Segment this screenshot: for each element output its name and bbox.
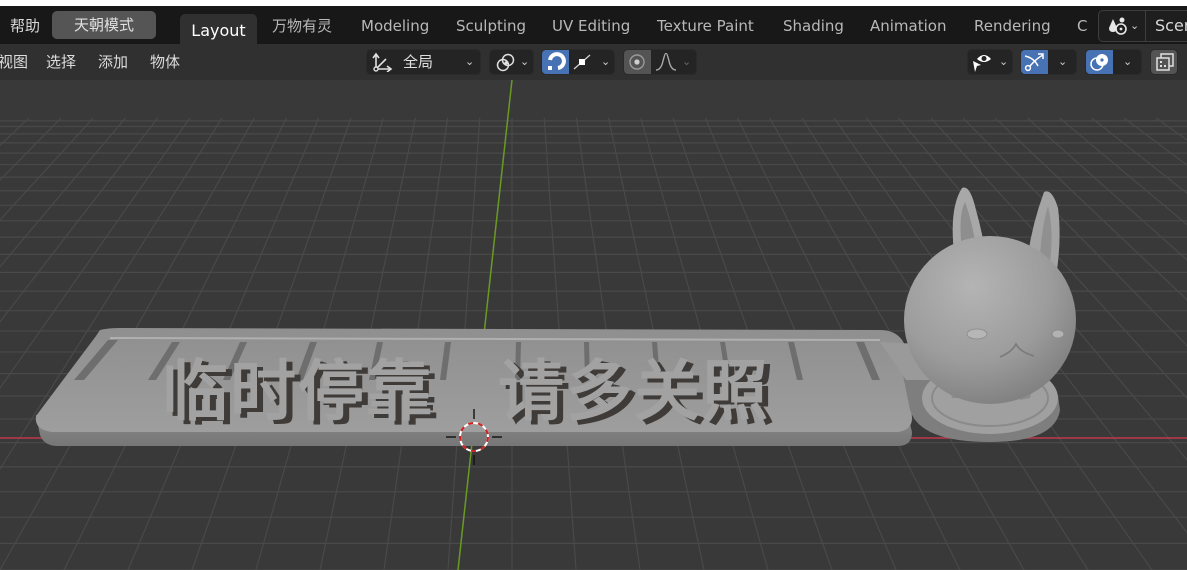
- bunny-body: [904, 236, 1076, 404]
- plate-text-right: 请多关照: [498, 353, 770, 430]
- bunny-eye-right: [1051, 329, 1065, 339]
- tab-compositing[interactable]: C: [1077, 6, 1087, 44]
- plate-text-left: 临时停靠: [162, 353, 434, 430]
- proportional-editing-group: ⌄: [623, 49, 697, 75]
- menu-add[interactable]: 添加: [98, 44, 128, 80]
- grid-line: [1091, 117, 1187, 194]
- 3d-viewport[interactable]: 临时停靠 临时停靠 请多关照 请多关照: [0, 80, 1187, 570]
- snap-element-icon[interactable]: [572, 53, 592, 71]
- menu-help[interactable]: 帮助: [10, 6, 40, 44]
- tab-layout[interactable]: Layout: [180, 14, 257, 44]
- tab-sculpting[interactable]: Sculpting: [456, 6, 526, 44]
- gizmo-group: ⌄: [1020, 49, 1077, 75]
- gizmo-toggle[interactable]: [1021, 50, 1048, 74]
- xray-toggle[interactable]: [1150, 49, 1178, 75]
- transform-axes-icon: [372, 52, 394, 72]
- viewport-canvas[interactable]: 临时停靠 临时停靠 请多关照 请多关照: [0, 80, 1187, 570]
- chevron-down-icon: ⌄: [999, 55, 1009, 68]
- tab-rendering[interactable]: Rendering: [974, 6, 1051, 44]
- top-bar: 帮助 天朝模式 Layout 万物有灵 Modeling Sculpting U…: [0, 6, 1187, 44]
- chevron-down-icon: ⌄: [520, 55, 530, 68]
- snapping-group: ⌄: [541, 49, 615, 75]
- proportional-editing-toggle[interactable]: [624, 50, 651, 74]
- transform-orientation-dropdown[interactable]: 全局 ⌄: [366, 49, 481, 75]
- menu-select[interactable]: 选择: [46, 44, 76, 80]
- overlays-icon: [1089, 52, 1111, 72]
- nameplate-model[interactable]: 临时停靠 临时停靠 请多关照 请多关照: [35, 328, 913, 446]
- menu-object[interactable]: 物体: [150, 44, 180, 80]
- overlays-toggle[interactable]: [1086, 50, 1113, 74]
- xray-icon: [1155, 52, 1175, 72]
- selectability-visibility-dropdown[interactable]: ⌄: [967, 49, 1013, 75]
- chevron-down-icon[interactable]: ⌄: [1058, 50, 1067, 74]
- chevron-down-icon: ⌄: [1130, 19, 1140, 32]
- grid-line: [0, 117, 30, 147]
- tab-shading[interactable]: Shading: [783, 6, 844, 44]
- chevron-down-icon: ⌄: [682, 55, 692, 68]
- scene-selector[interactable]: ⌄ Scer: [1098, 10, 1187, 42]
- snap-toggle[interactable]: [542, 50, 569, 74]
- proportional-circle-icon: [628, 53, 646, 71]
- eye-cursor-icon: [971, 51, 995, 73]
- chevron-down-icon[interactable]: ⌄: [601, 50, 610, 74]
- mode-button[interactable]: 天朝模式: [52, 11, 156, 39]
- tab-modeling[interactable]: Modeling: [361, 6, 429, 44]
- tab-texture-paint[interactable]: Texture Paint: [657, 6, 754, 44]
- tab-wanwuyouling[interactable]: 万物有灵: [272, 6, 332, 44]
- pivot-point-dropdown[interactable]: ⌄: [489, 49, 534, 75]
- chevron-down-icon[interactable]: ⌄: [1123, 50, 1132, 74]
- scene-name[interactable]: Scer: [1155, 11, 1187, 41]
- grid-line: [1059, 117, 1187, 226]
- menu-view[interactable]: 视图: [0, 44, 28, 80]
- magnet-icon: [545, 52, 567, 72]
- viewport-header: 视图 选择 添加 物体 全局 ⌄ ⌄ ⌄ ⌄ ⌄ ⌄ ⌄: [0, 44, 1187, 80]
- tab-uv-editing[interactable]: UV Editing: [552, 6, 630, 44]
- chevron-down-icon: ⌄: [465, 55, 475, 68]
- gizmo-icon: [1024, 52, 1046, 72]
- falloff-curve-icon[interactable]: [655, 53, 677, 71]
- pivot-icon: [495, 52, 517, 72]
- tab-animation[interactable]: Animation: [870, 6, 946, 44]
- overlays-group: ⌄: [1085, 49, 1142, 75]
- grid-line: [1155, 117, 1187, 141]
- scene-icon: [1107, 16, 1129, 36]
- bunny-eye-left: [966, 328, 988, 340]
- orientation-label: 全局: [403, 53, 434, 71]
